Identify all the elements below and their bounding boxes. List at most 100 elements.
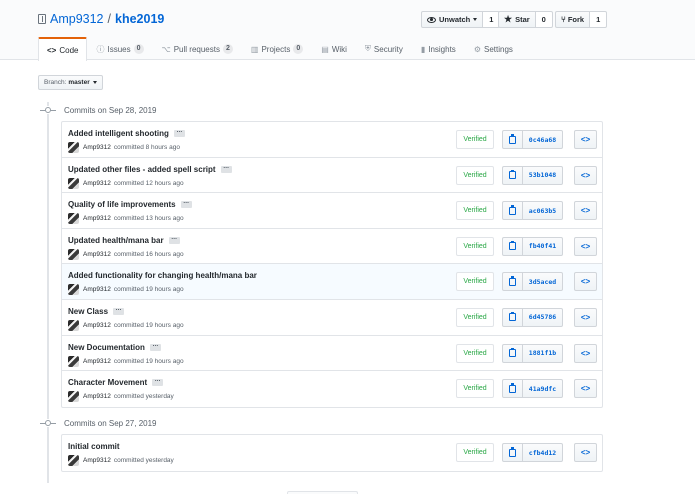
git-commit-icon [40,106,56,114]
browse-repo-button[interactable]: <> [574,379,597,399]
clippy-icon [509,169,516,180]
avatar[interactable] [68,284,79,296]
star-button[interactable]: ★ Star [498,11,536,28]
expand-description-button[interactable]: … [173,128,185,137]
tab-settings[interactable]: ⚙ Settings [465,37,522,60]
commit-author-link[interactable]: Amp9312 [83,393,111,400]
commit-sha-link[interactable]: 3d5aced [523,272,563,292]
avatar[interactable] [68,455,79,466]
commit-sha-link[interactable]: 53b1048 [523,165,563,185]
copy-sha-button[interactable] [502,130,523,149]
commit-title-link[interactable]: Initial commit [68,442,120,451]
copy-sha-button[interactable] [502,379,523,399]
verified-badge[interactable]: Verified [456,201,494,221]
commit-sha-link[interactable]: 41a9dfc [523,379,563,399]
tab-code[interactable]: <> Code [38,37,88,61]
commit-author-link[interactable]: Amp9312 [83,180,111,187]
copy-sha-button[interactable] [502,165,523,185]
commit-title-link[interactable]: Character Movement [68,378,147,387]
commit-row: Updated health/mana bar … Amp9312 committed… [62,229,602,265]
expand-description-button[interactable]: … [180,199,192,209]
tab-issues[interactable]: ⓘ Issues 0 [87,37,152,60]
repo-name-link[interactable]: khe2019 [115,12,164,26]
tab-security[interactable]: ⛨ Security [356,37,412,60]
commit-title-link[interactable]: Added functionality for changing health/… [68,271,257,280]
branch-select-button[interactable]: Branch: master [38,75,103,90]
commit-author-link[interactable]: Amp9312 [83,322,111,329]
commit-sha-link[interactable]: fb40f41 [523,236,563,256]
verified-badge[interactable]: Verified [456,130,494,149]
commit-sha-link[interactable]: 1881f1b [523,343,563,363]
repo-nav: <> Code ⓘ Issues 0 ⌥ Pull requests 2 ▥ Projects 0 ▤… [38,37,522,61]
browse-repo-button[interactable]: <> [574,272,597,292]
verified-badge[interactable]: Verified [456,165,494,185]
commit-author-link[interactable]: Amp9312 [83,457,111,464]
commit-title-link[interactable]: New Documentation [68,343,145,352]
expand-description-button[interactable]: … [149,342,161,351]
commit-title-link[interactable]: Quality of life improvements [68,200,176,209]
tab-pull-requests[interactable]: ⌥ Pull requests 2 [153,37,242,60]
clippy-icon [509,447,516,457]
copy-sha-button[interactable] [502,343,523,363]
commit-row: Quality of life improvements … Amp9312 comm… [62,193,602,229]
avatar[interactable] [68,177,79,189]
stargazers-count-link[interactable]: 0 [535,11,553,28]
copy-sha-button[interactable] [502,201,523,221]
browse-repo-button[interactable]: <> [574,443,597,462]
verified-badge[interactable]: Verified [456,236,494,256]
browse-repo-button[interactable]: <> [574,343,597,363]
avatar[interactable] [68,391,79,403]
verified-badge[interactable]: Verified [456,343,494,363]
expand-description-button[interactable]: … [152,377,164,387]
commit-title-link[interactable]: Updated other files - added spell script [68,165,216,174]
commit-time: committed yesterday [113,457,174,464]
browse-repo-button[interactable]: <> [574,201,597,221]
copy-sha-button[interactable] [502,443,523,462]
verified-badge[interactable]: Verified [456,379,494,399]
commit-author-link[interactable]: Amp9312 [83,144,111,151]
commit-sha-link[interactable]: 0c46a68 [523,130,563,149]
forks-count-link[interactable]: 1 [590,11,608,28]
commit-row: Added intelligent shooting … Amp9312 commit… [62,122,602,158]
commit-sha-link[interactable]: ac063b5 [523,201,563,221]
avatar[interactable] [68,142,79,153]
avatar[interactable] [68,319,79,331]
copy-sha-button[interactable] [502,307,523,327]
commit-title-link[interactable]: New Class [68,307,108,316]
commit-time: committed yesterday [113,393,174,401]
verified-badge[interactable]: Verified [456,307,494,327]
commit-sha-link[interactable]: cfb4d12 [523,443,563,462]
tab-insights[interactable]: ▮ Insights [412,37,465,60]
repo-owner-link[interactable]: Amp9312 [50,12,104,26]
commit-time: committed 19 hours ago [113,357,184,365]
commit-author-link[interactable]: Amp9312 [83,251,111,258]
commit-author-link[interactable]: Amp9312 [83,286,111,293]
clippy-icon [509,276,516,286]
browse-repo-button[interactable]: <> [574,130,597,149]
commit-author-link[interactable]: Amp9312 [83,358,111,365]
browse-repo-button[interactable]: <> [574,165,597,185]
code-icon: <> [47,45,57,55]
tab-wiki[interactable]: ▤ Wiki [312,37,356,60]
browse-repo-button[interactable]: <> [574,236,597,256]
expand-description-button[interactable]: … [168,235,180,244]
expand-description-button[interactable]: … [113,306,125,315]
verified-badge[interactable]: Verified [456,272,494,292]
tab-projects[interactable]: ▥ Projects 0 [242,37,312,60]
commit-title-link[interactable]: Added intelligent shooting [68,129,169,138]
commit-meta: Amp9312 committed 19 hours ago [68,355,184,367]
commit-sha-link[interactable]: 6d45786 [523,307,563,327]
avatar[interactable] [68,213,79,225]
expand-description-button[interactable]: … [220,164,232,173]
copy-sha-button[interactable] [502,272,523,292]
fork-button[interactable]: ⑂ Fork [555,11,591,28]
browse-repo-button[interactable]: <> [574,307,597,327]
copy-sha-button[interactable] [502,236,523,256]
commit-author-link[interactable]: Amp9312 [83,215,111,222]
gear-icon: ⚙ [473,44,481,54]
verified-badge[interactable]: Verified [456,443,494,462]
avatar[interactable] [68,248,79,260]
watch-button[interactable]: Unwatch [421,11,484,28]
avatar[interactable] [68,355,79,367]
commit-title-link[interactable]: Updated health/mana bar [68,236,164,245]
